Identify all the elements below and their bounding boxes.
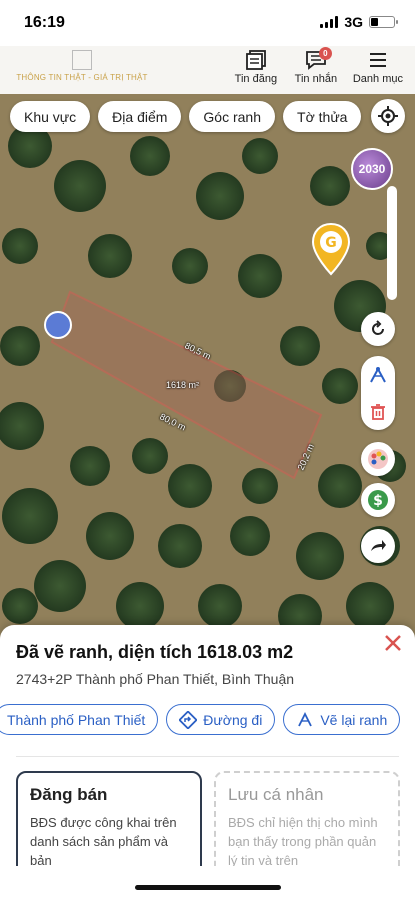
redraw-label: Vẽ lại ranh [320,711,388,728]
home-indicator-area [0,866,415,900]
battery-level [371,18,378,26]
sell-card-description: BĐS được công khai trên danh sách sản ph… [30,815,177,868]
draw-boundary-button[interactable] [361,356,395,393]
svg-text:G: G [325,235,337,251]
refresh-button[interactable] [361,312,395,346]
draw-tool-group [361,356,395,430]
save-card-title: Lưu cá nhân [228,785,324,804]
menu-label: Danh mục [352,73,403,85]
area-label: 1618 m² [166,380,200,390]
map-style-button[interactable] [361,442,395,476]
signal-icon [320,16,339,28]
svg-text:$: $ [373,493,383,509]
app-header: THÔNG TIN THẬT - GIÁ TRỊ THẬT Tin đăng 0… [0,46,415,94]
year-badge[interactable]: 2030 [351,148,393,190]
battery-icon [369,16,398,28]
status-time: 16:19 [24,14,65,31]
listings-button[interactable]: Tin đăng [233,50,279,85]
logo-text: THÔNG TIN THẬT - GIÁ TRỊ THẬT [16,73,148,82]
crosshair-icon [378,106,398,126]
filter-parcel[interactable]: Tờ thửa [283,101,362,132]
messages-label: Tin nhắn [294,73,338,85]
save-private-card[interactable]: Lưu cá nhân BĐS chỉ hiện thị cho mình bạ… [214,771,400,881]
divider [16,756,399,757]
sheet-title: Đã vẽ ranh, diện tích 1618.03 m2 [16,642,294,662]
sell-card-title: Đăng bán [30,785,108,804]
city-button[interactable]: Thành phố Phan Thiết [0,704,159,735]
close-icon [385,635,401,651]
close-button[interactable] [381,631,405,655]
filter-location[interactable]: Địa điểm [98,101,182,132]
draw-polygon-icon [298,711,313,726]
share-icon [371,540,386,551]
listings-icon [245,50,266,70]
sheet-actions: Thành phố Phan Thiết Đường đi Vẽ lại ran… [0,704,401,735]
filter-area[interactable]: Khu vực [10,101,91,132]
status-indicators: 3G [320,14,398,30]
parcel-info-sheet: Đã vẽ ranh, diện tích 1618.03 m2 2743+2P… [0,625,415,900]
satellite-imagery [0,46,415,646]
draw-polygon-icon [370,366,386,382]
directions-label: Đường đi [203,711,263,728]
city-label: Thành phố Phan Thiết [7,711,146,728]
post-for-sale-card[interactable]: Đăng bán BĐS được công khai trên danh sá… [16,771,202,881]
network-type: 3G [344,14,363,30]
locate-button[interactable] [371,99,405,133]
home-indicator[interactable] [135,885,281,890]
status-bar: 16:19 3G [0,0,415,46]
menu-icon [369,53,386,67]
directions-icon [179,710,198,729]
directions-button[interactable]: Đường đi [166,704,276,735]
logo-mark-icon [72,50,92,70]
logo[interactable]: THÔNG TIN THẬT - GIÁ TRỊ THẬT [12,50,152,82]
parcel-address: 2743+2P Thành phố Phan Thiết, Bình Thuận [16,671,295,687]
user-location-avatar[interactable] [44,311,72,339]
price-button[interactable]: $ [361,483,395,517]
menu-button[interactable]: Danh mục [353,50,403,85]
refresh-icon [372,320,384,335]
location-marker[interactable]: G [311,222,351,281]
listings-label: Tin đăng [234,73,278,85]
message-count-badge: 0 [318,47,332,60]
year-slider[interactable] [387,186,397,300]
palette-icon [368,449,388,469]
filter-boundary-corner[interactable]: Góc ranh [189,101,276,132]
trash-icon [371,403,385,420]
share-button[interactable] [361,529,395,563]
redraw-boundary-button[interactable]: Vẽ lại ranh [283,704,401,735]
delete-boundary-button[interactable] [361,393,395,430]
save-card-description: BĐS chỉ hiện thị cho mình bạn thấy trong… [228,815,378,868]
satellite-map[interactable] [0,46,415,646]
messages-button[interactable]: 0 Tin nhắn [293,47,339,85]
dollar-icon: $ [368,490,388,510]
filter-bar: Khu vực Địa điểm Góc ranh Tờ thửa [10,101,362,132]
